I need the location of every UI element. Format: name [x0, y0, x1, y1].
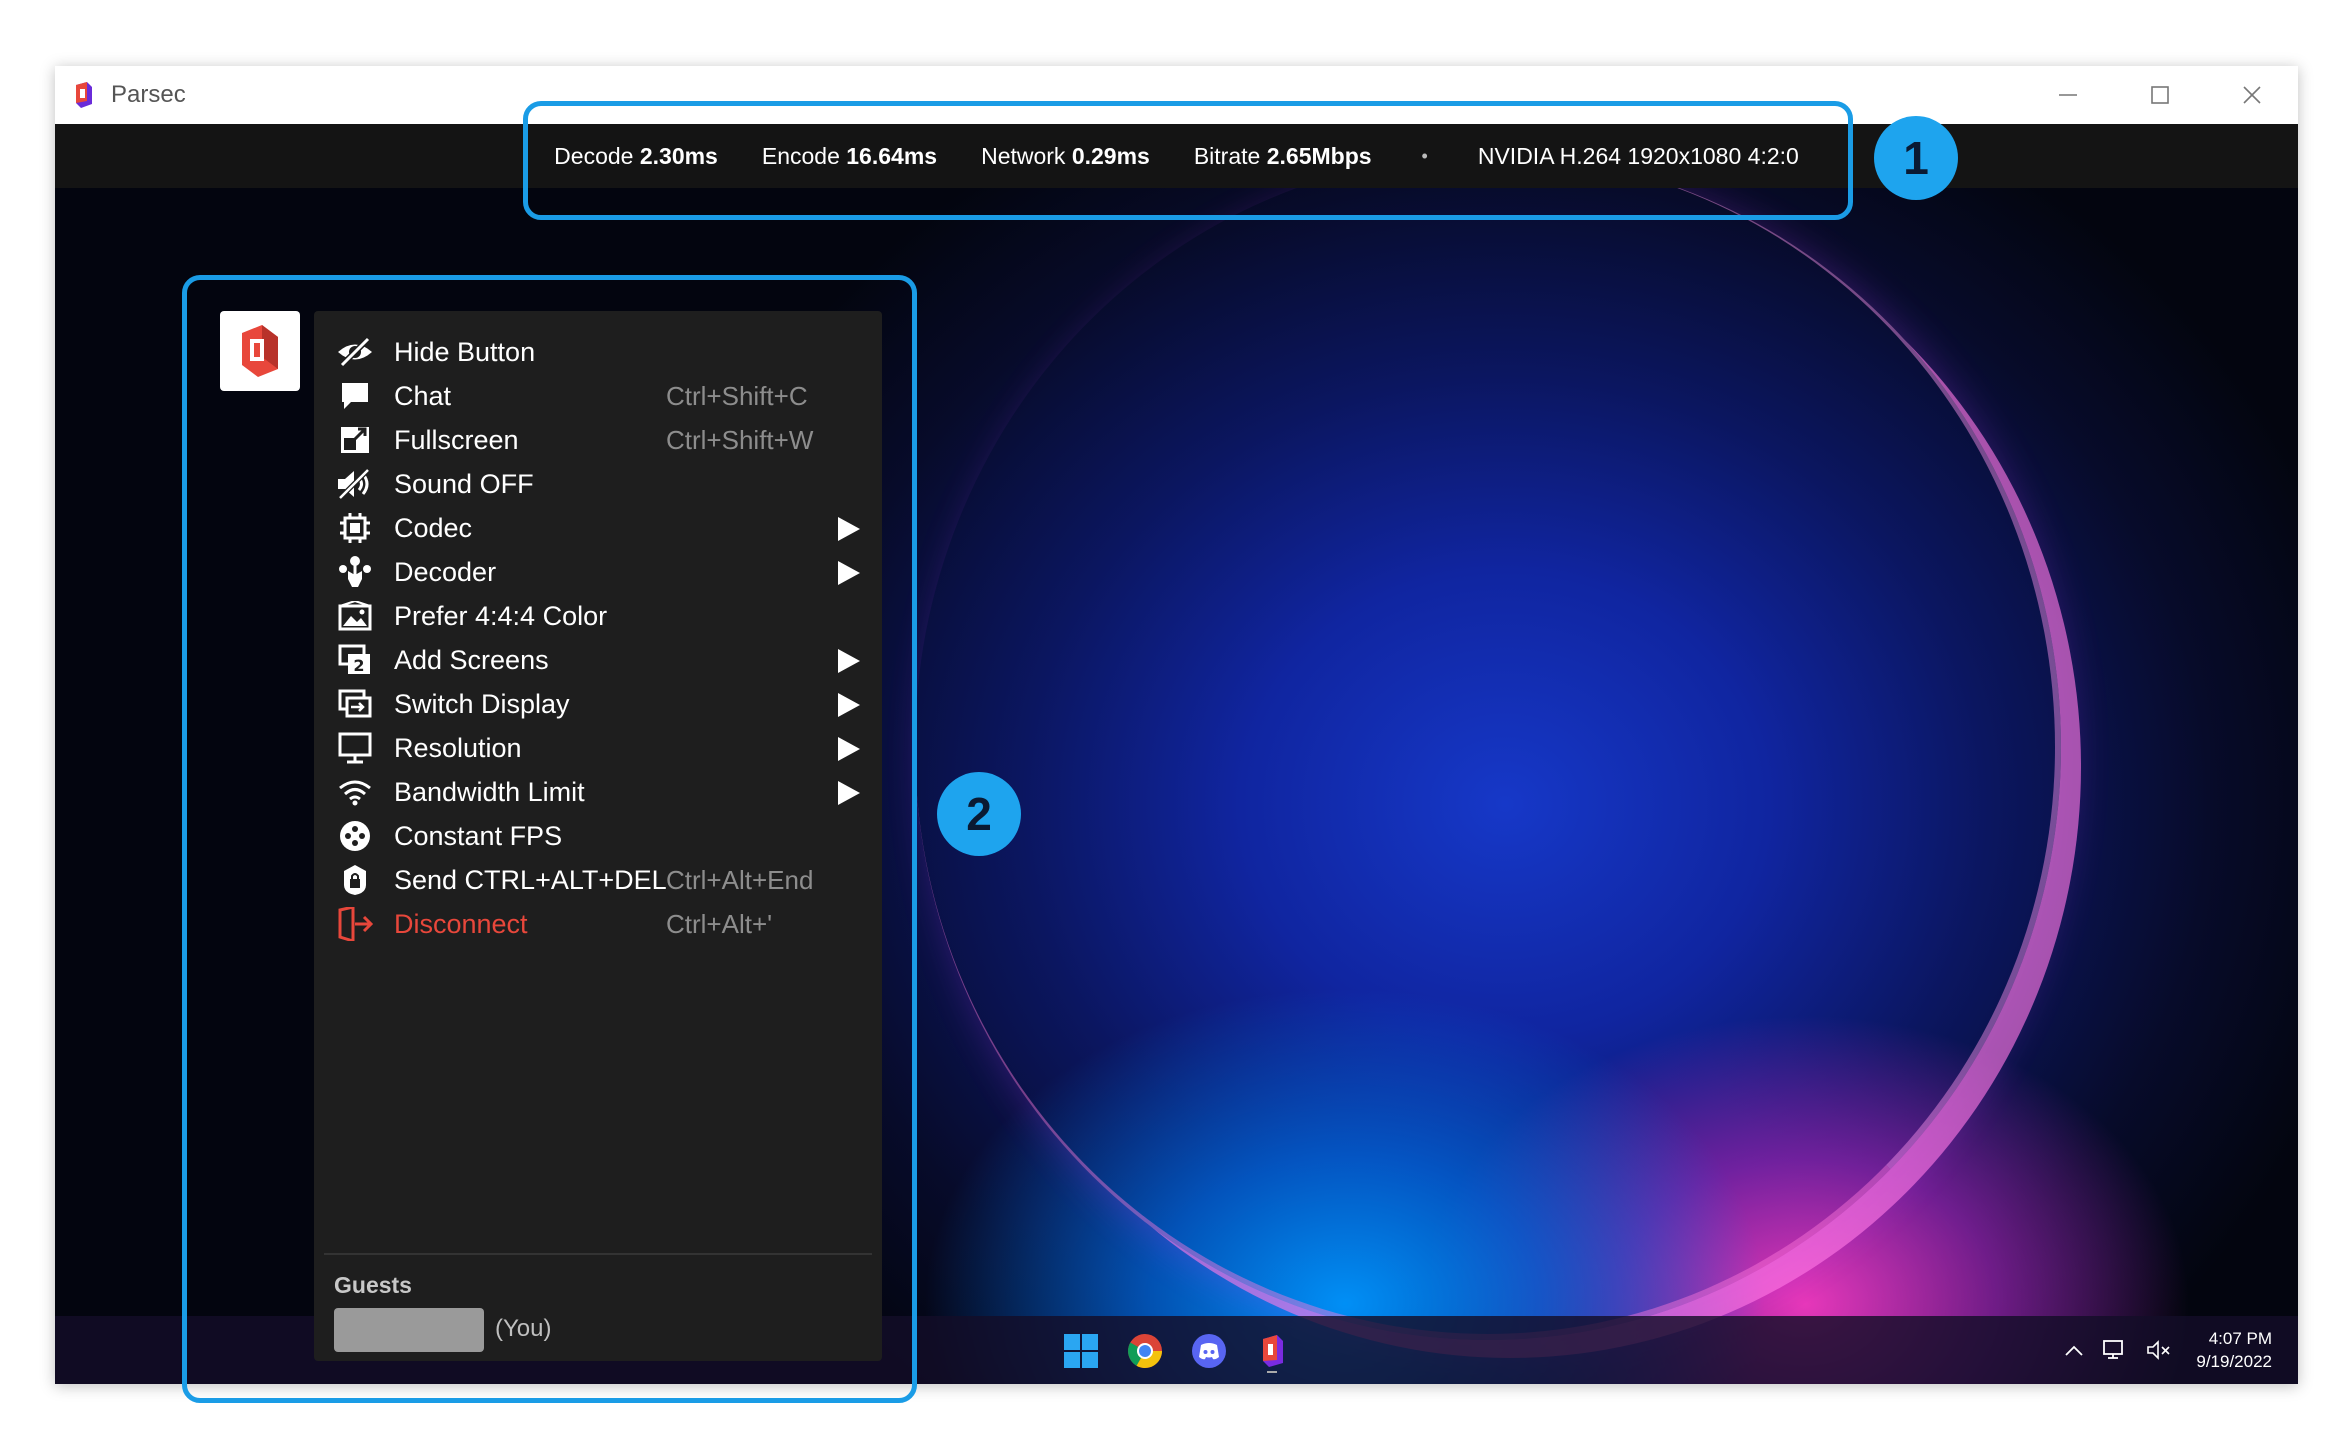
window-controls [2022, 66, 2298, 124]
system-tray: 4:07 PM 9/19/2022 [2064, 1316, 2272, 1384]
maximize-icon [2151, 86, 2169, 104]
network-icon[interactable] [2102, 1338, 2128, 1362]
volume-muted-icon[interactable] [2146, 1339, 2172, 1361]
clock-date: 9/19/2022 [2196, 1352, 2272, 1371]
parsec-taskbar-icon[interactable] [1255, 1333, 1291, 1373]
callout-box-menu [182, 275, 917, 1403]
wallpaper-orb [915, 154, 2061, 1340]
callout-badge-2: 2 [937, 772, 1021, 856]
system-clock[interactable]: 4:07 PM 9/19/2022 [2196, 1327, 2272, 1373]
parsec-logo-icon [73, 80, 99, 110]
callout-box-stats [523, 101, 1853, 220]
discord-icon[interactable] [1191, 1333, 1227, 1369]
close-button[interactable] [2206, 66, 2298, 124]
maximize-button[interactable] [2114, 66, 2206, 124]
close-icon [2243, 86, 2261, 104]
chrome-icon[interactable] [1127, 1333, 1163, 1369]
clock-time: 4:07 PM [2208, 1329, 2272, 1348]
windows-start-icon[interactable] [1063, 1333, 1099, 1369]
minimize-icon [2059, 94, 2077, 96]
callout-badge-1: 1 [1874, 116, 1958, 200]
window-title: Parsec [111, 81, 186, 108]
minimize-button[interactable] [2022, 66, 2114, 124]
chevron-up-icon[interactable] [2064, 1343, 2084, 1357]
